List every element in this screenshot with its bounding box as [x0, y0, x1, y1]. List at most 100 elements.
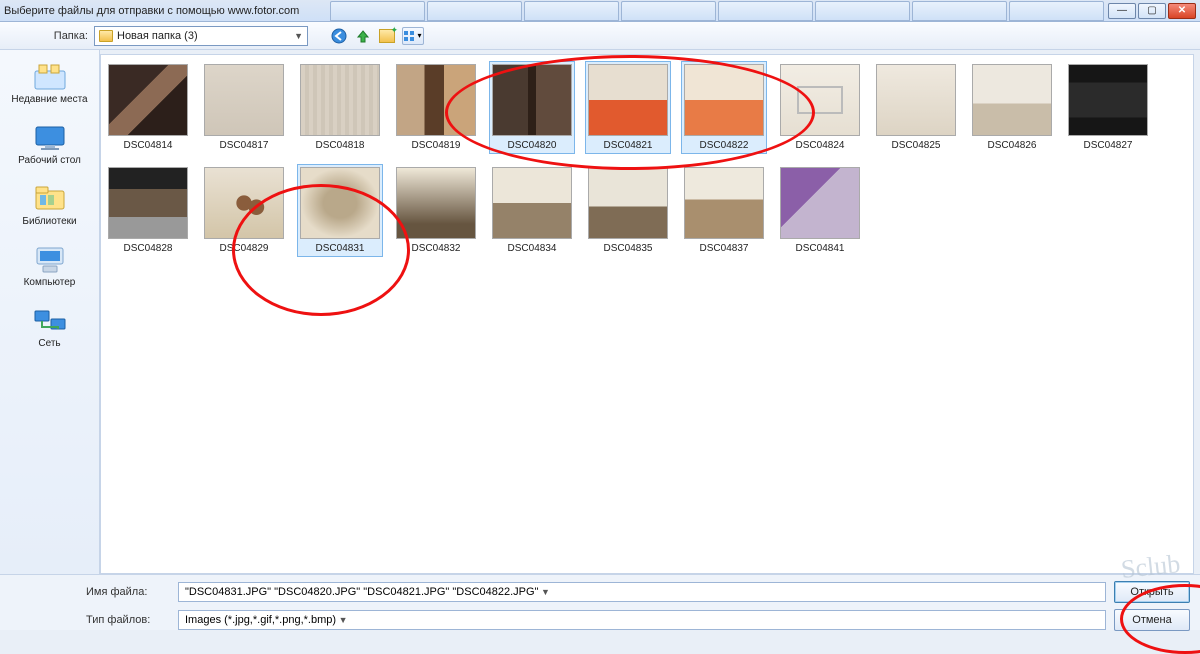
- thumbnail-image: [780, 64, 860, 136]
- sidebar-item-label: Компьютер: [5, 277, 95, 288]
- file-name-label: DSC04824: [780, 140, 860, 151]
- desktop-icon: [32, 123, 68, 153]
- filetype-combobox[interactable]: Images (*.jpg,*.gif,*.png,*.bmp) ▼: [178, 610, 1106, 630]
- chevron-down-icon: ▼: [538, 587, 552, 597]
- bg-tab: [524, 1, 619, 21]
- view-icon: [404, 31, 414, 41]
- thumbnail-image: [972, 64, 1052, 136]
- filetype-label: Тип файлов:: [86, 614, 170, 626]
- bg-tab: [1009, 1, 1104, 21]
- thumbnail-image: [588, 167, 668, 239]
- bg-tab: [330, 1, 425, 21]
- chevron-down-icon: ▼: [294, 31, 303, 41]
- thumbnail-image: [780, 167, 860, 239]
- bg-tab: [815, 1, 910, 21]
- thumbnail-image: [108, 64, 188, 136]
- file-name-label: DSC04818: [300, 140, 380, 151]
- thumbnail-image: [204, 167, 284, 239]
- new-folder-button[interactable]: [378, 27, 396, 45]
- open-button[interactable]: Открыть: [1114, 581, 1190, 603]
- libraries-icon: [32, 184, 68, 214]
- file-thumbnail[interactable]: DSC04818: [297, 61, 383, 154]
- file-name-label: DSC04819: [396, 140, 476, 151]
- thumbnail-image: [1068, 64, 1148, 136]
- computer-icon: [32, 245, 68, 275]
- new-folder-icon: [379, 29, 395, 43]
- file-name-label: DSC04835: [588, 243, 668, 254]
- thumbnail-image: [588, 64, 668, 136]
- file-thumbnail[interactable]: DSC04822: [681, 61, 767, 154]
- bg-tab: [621, 1, 716, 21]
- background-browser-tabs: [330, 0, 1200, 22]
- bg-tab: [912, 1, 1007, 21]
- sidebar-item-recent[interactable]: Недавние места: [5, 56, 95, 115]
- thumbnail-image: [204, 64, 284, 136]
- thumbnail-image: [684, 64, 764, 136]
- sidebar-item-computer[interactable]: Компьютер: [5, 239, 95, 298]
- thumbnail-image: [492, 167, 572, 239]
- bottom-panel: Имя файла: "DSC04831.JPG" "DSC04820.JPG"…: [0, 574, 1200, 630]
- file-name-label: DSC04837: [684, 243, 764, 254]
- file-thumbnail[interactable]: DSC04817: [201, 61, 287, 154]
- file-thumbnail[interactable]: DSC04829: [201, 164, 287, 257]
- file-name-label: DSC04817: [204, 140, 284, 151]
- back-icon: [331, 28, 347, 44]
- places-sidebar: Недавние места Рабочий стол Библиотеки К…: [0, 50, 100, 574]
- thumbnail-image: [396, 167, 476, 239]
- file-thumbnail[interactable]: DSC04831: [297, 164, 383, 257]
- sidebar-item-network[interactable]: Сеть: [5, 300, 95, 359]
- file-thumbnail[interactable]: DSC04820: [489, 61, 575, 154]
- file-thumbnail[interactable]: DSC04834: [489, 164, 575, 257]
- folder-combobox[interactable]: Новая папка (3) ▼: [94, 26, 308, 46]
- file-thumbnail[interactable]: DSC04826: [969, 61, 1055, 154]
- sidebar-item-desktop[interactable]: Рабочий стол: [5, 117, 95, 176]
- main-area: Недавние места Рабочий стол Библиотеки К…: [0, 50, 1200, 574]
- file-name-label: DSC04821: [588, 140, 668, 151]
- file-thumbnail[interactable]: DSC04824: [777, 61, 863, 154]
- file-thumbnail[interactable]: DSC04828: [105, 164, 191, 257]
- up-arrow-icon: [355, 28, 371, 44]
- file-name-label: DSC04825: [876, 140, 956, 151]
- file-name-label: DSC04841: [780, 243, 860, 254]
- recent-places-icon: [32, 62, 68, 92]
- file-name-label: DSC04820: [492, 140, 572, 151]
- bg-tab: [427, 1, 522, 21]
- thumbnail-image: [492, 64, 572, 136]
- up-one-level-button[interactable]: [354, 27, 372, 45]
- folder-icon: [99, 30, 113, 42]
- file-thumbnail[interactable]: DSC04814: [105, 61, 191, 154]
- back-button[interactable]: [330, 27, 348, 45]
- file-thumbnail[interactable]: DSC04832: [393, 164, 479, 257]
- file-name-label: DSC04826: [972, 140, 1052, 151]
- cancel-button[interactable]: Отмена: [1114, 609, 1190, 631]
- file-thumbnail[interactable]: DSC04837: [681, 164, 767, 257]
- file-thumbnail[interactable]: DSC04841: [777, 164, 863, 257]
- filename-input[interactable]: "DSC04831.JPG" "DSC04820.JPG" "DSC04821.…: [178, 582, 1106, 602]
- file-thumbnail[interactable]: DSC04825: [873, 61, 959, 154]
- thumbnail-image: [876, 64, 956, 136]
- filename-value: "DSC04831.JPG" "DSC04820.JPG" "DSC04821.…: [185, 586, 538, 598]
- thumbnail-image: [684, 167, 764, 239]
- file-thumbnail[interactable]: DSC04835: [585, 164, 671, 257]
- filename-label: Имя файла:: [86, 586, 170, 598]
- file-name-label: DSC04828: [108, 243, 188, 254]
- thumbnail-image: [300, 64, 380, 136]
- thumbnail-image: [396, 64, 476, 136]
- file-name-label: DSC04834: [492, 243, 572, 254]
- file-name-label: DSC04822: [684, 140, 764, 151]
- folder-label: Папка:: [8, 30, 88, 42]
- file-name-label: DSC04827: [1068, 140, 1148, 151]
- filetype-value: Images (*.jpg,*.gif,*.png,*.bmp): [185, 614, 336, 626]
- file-thumbnail[interactable]: DSC04819: [393, 61, 479, 154]
- file-thumbnail[interactable]: DSC04821: [585, 61, 671, 154]
- sidebar-item-libraries[interactable]: Библиотеки: [5, 178, 95, 237]
- sidebar-item-label: Библиотеки: [5, 216, 95, 227]
- view-menu-button[interactable]: [402, 27, 424, 45]
- sidebar-item-label: Недавние места: [5, 94, 95, 105]
- file-name-label: DSC04831: [300, 243, 380, 254]
- file-list-area[interactable]: DSC04814 DSC04817 DSC04818 DSC04819 DSC04820…: [100, 54, 1194, 574]
- sidebar-item-label: Рабочий стол: [5, 155, 95, 166]
- sidebar-item-label: Сеть: [5, 338, 95, 349]
- chevron-down-icon: ▼: [336, 615, 350, 625]
- file-thumbnail[interactable]: DSC04827: [1065, 61, 1151, 154]
